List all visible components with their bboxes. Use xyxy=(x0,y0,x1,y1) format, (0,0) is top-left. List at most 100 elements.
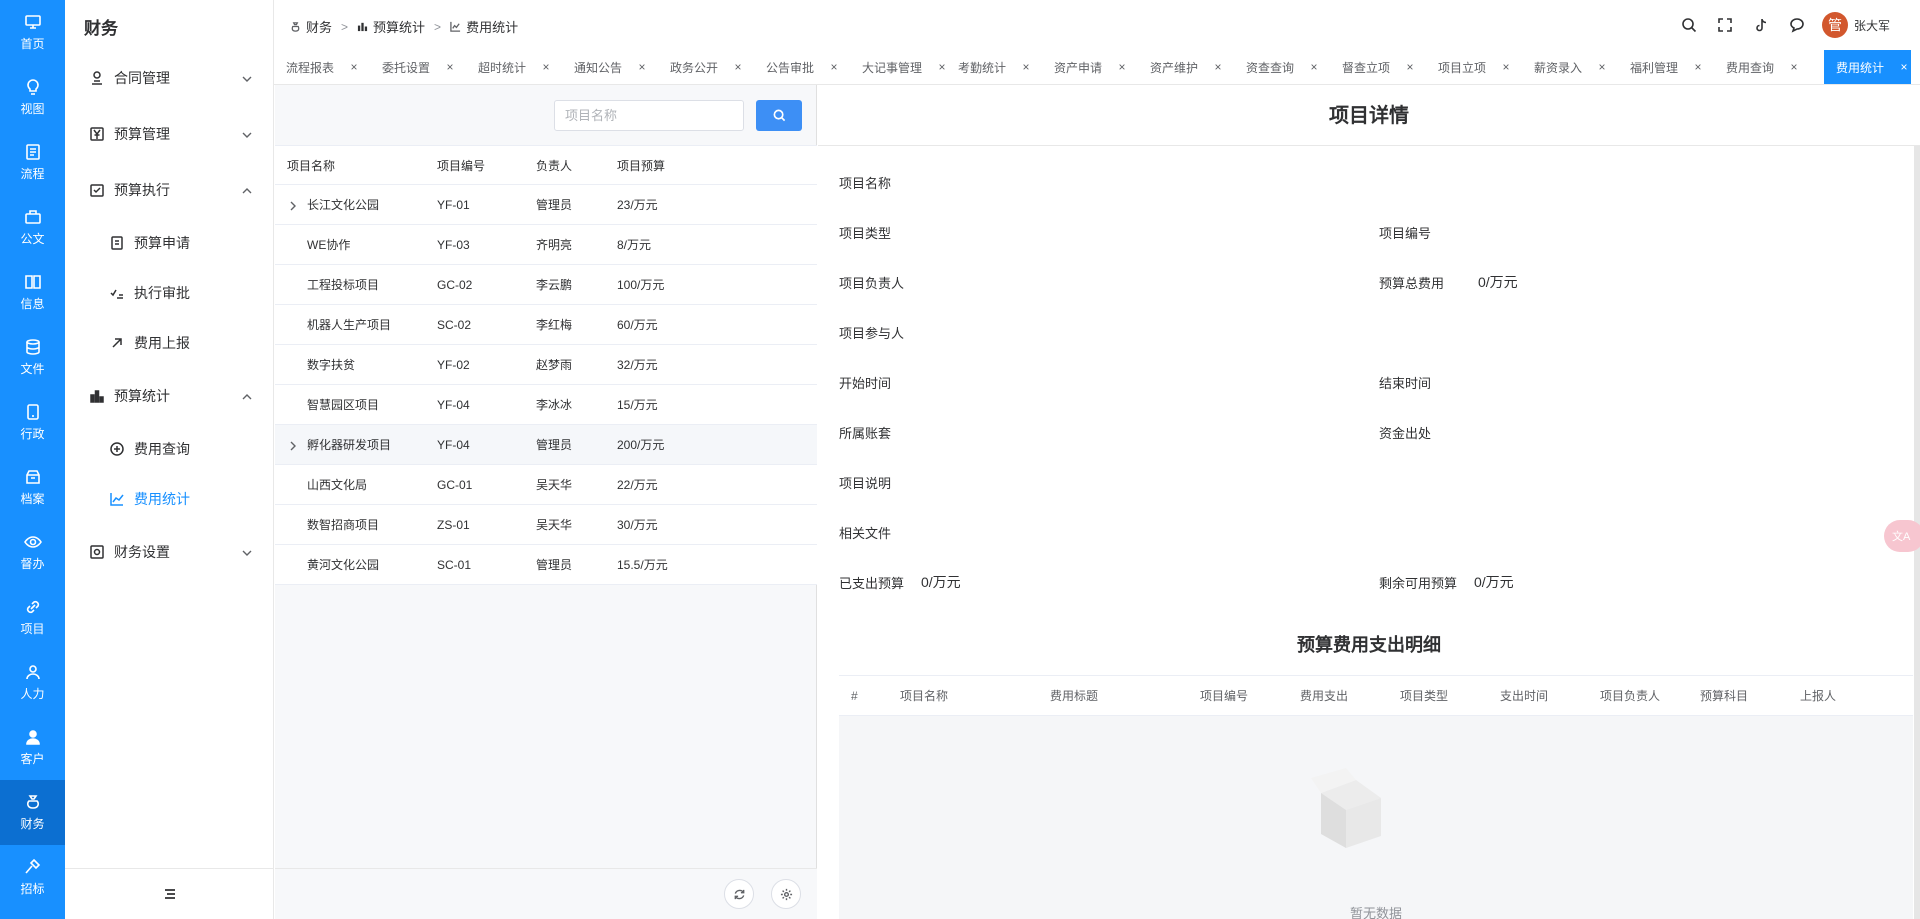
rail-item-admin[interactable]: 行政 xyxy=(0,390,65,455)
table-row[interactable]: 长江文化公园 YF-01 管理员 23/万元 xyxy=(275,185,817,225)
close-icon[interactable]: × xyxy=(1403,60,1417,74)
sidebar-item-budget-apply[interactable]: 预算申请 xyxy=(65,223,274,263)
tab-notice-approval[interactable]: 公告审批 × xyxy=(754,50,841,84)
rail-item-home[interactable]: 首页 xyxy=(0,0,65,65)
tab-project-setup[interactable]: 项目立项 × xyxy=(1426,50,1513,84)
rail-item-archive[interactable]: 档案 xyxy=(0,455,65,520)
tab-salary-entry[interactable]: 薪资录入 × xyxy=(1522,50,1609,84)
rail-label: 信息 xyxy=(20,297,45,311)
refresh-button[interactable] xyxy=(724,879,754,909)
close-icon[interactable]: × xyxy=(731,60,745,74)
fullscreen-button[interactable] xyxy=(1714,14,1736,36)
table-row[interactable]: 孵化器研发项目 YF-04 管理员 200/万元 xyxy=(275,425,817,465)
field-label-start-time: 开始时间 xyxy=(839,376,892,391)
tab-gov-affairs[interactable]: 政务公开 × xyxy=(658,50,745,84)
tab-expense-query[interactable]: 费用查询 × xyxy=(1714,50,1801,84)
close-icon[interactable]: × xyxy=(1307,60,1321,74)
chevron-up-icon xyxy=(242,184,252,194)
table-row[interactable]: 智慧园区项目 YF-04 李冰冰 15/万元 xyxy=(275,385,817,425)
sidebar-item-expense-report[interactable]: 费用上报 xyxy=(65,323,274,363)
breadcrumb-label: 财务 xyxy=(306,20,333,35)
user-name[interactable]: 张大军 xyxy=(1854,17,1890,34)
rail-item-project[interactable]: 项目 xyxy=(0,585,65,650)
settings-box-icon xyxy=(89,544,105,560)
close-icon[interactable]: × xyxy=(1499,60,1513,74)
close-icon[interactable]: × xyxy=(443,60,457,74)
search-input[interactable] xyxy=(554,100,744,131)
cell-owner: 管理员 xyxy=(536,438,573,452)
avatar[interactable]: 管 xyxy=(1821,12,1848,38)
chevron-right-icon[interactable] xyxy=(289,200,297,211)
rail-item-customer[interactable]: 客户 xyxy=(0,715,65,780)
sidebar-item-contract[interactable]: 合同管理 xyxy=(65,58,274,98)
sidebar-item-budget-exec[interactable]: 预算执行 xyxy=(65,170,274,210)
close-icon[interactable]: × xyxy=(347,60,361,74)
tab-chronicle[interactable]: 大记事管理 × xyxy=(850,50,949,84)
tab-supervision-project[interactable]: 督查立项 × xyxy=(1330,50,1417,84)
chevron-right-icon[interactable] xyxy=(289,440,297,451)
search-button[interactable] xyxy=(756,100,802,131)
message-button[interactable] xyxy=(1786,14,1808,36)
sidebar-item-exec-approval[interactable]: 执行审批 xyxy=(65,273,274,313)
rail-item-info[interactable]: 信息 xyxy=(0,260,65,325)
rail-item-document[interactable]: 公文 xyxy=(0,195,65,260)
sidebar-item-expense-stats[interactable]: 费用统计 xyxy=(65,479,274,519)
tab-expense-stats[interactable]: 费用统计 × xyxy=(1824,50,1912,84)
tab-delegation-settings[interactable]: 委托设置 × xyxy=(370,50,457,84)
column-header[interactable]: 项目名称 xyxy=(287,146,335,186)
detail-title: 项目详情 xyxy=(1329,105,1409,127)
tab-notice[interactable]: 通知公告 × xyxy=(562,50,649,84)
tab-asset-query[interactable]: 资查查询 × xyxy=(1234,50,1321,84)
close-icon[interactable]: × xyxy=(1211,60,1225,74)
table-row[interactable]: 数字扶贫 YF-02 赵梦雨 32/万元 xyxy=(275,345,817,385)
close-icon[interactable]: × xyxy=(539,60,553,74)
table-row[interactable]: 山西文化局 GC-01 吴天华 22/万元 xyxy=(275,465,817,505)
sidebar-item-finance-settings[interactable]: 财务设置 xyxy=(65,532,274,572)
rail-item-supervise[interactable]: 督办 xyxy=(0,520,65,585)
tab-timeout-stats[interactable]: 超时统计 × xyxy=(466,50,553,84)
rail-item-bidding[interactable]: 招标 xyxy=(0,845,65,910)
close-icon[interactable]: × xyxy=(1787,60,1801,74)
project-list-panel: 项目名称 项目编号 负责人 项目预算 长江文化公园 YF-01 管理员 23/万… xyxy=(275,85,817,919)
rail-label: 人力 xyxy=(20,687,45,701)
close-icon[interactable]: × xyxy=(1019,60,1033,74)
rail-item-finance[interactable]: 财务 xyxy=(0,780,65,845)
tab-workflow-report[interactable]: 流程报表 × xyxy=(274,50,361,84)
sidebar-item-label: 预算统计 xyxy=(114,388,170,404)
breadcrumb-item[interactable]: 财务 xyxy=(290,17,332,36)
column-header[interactable]: 负责人 xyxy=(536,146,572,186)
close-icon[interactable]: × xyxy=(1897,60,1911,74)
settings-button[interactable] xyxy=(771,879,801,909)
sidebar-item-expense-query[interactable]: 费用查询 xyxy=(65,429,274,469)
translate-float-button[interactable]: 文A xyxy=(1884,520,1920,552)
close-icon[interactable]: × xyxy=(635,60,649,74)
breadcrumb-item[interactable]: 预算统计 xyxy=(357,17,425,36)
close-icon[interactable]: × xyxy=(1595,60,1609,74)
table-row[interactable]: 黄河文化公园 SC-01 管理员 15.5/万元 xyxy=(275,545,817,585)
table-row[interactable]: WE协作 YF-03 齐明亮 8/万元 xyxy=(275,225,817,265)
breadcrumb-item: 费用统计 xyxy=(450,17,518,36)
table-row[interactable]: 数智招商项目 ZS-01 吴天华 30/万元 xyxy=(275,505,817,545)
collapse-sidebar-button[interactable] xyxy=(65,868,274,919)
column-header[interactable]: 项目预算 xyxy=(617,146,665,186)
rail-item-file[interactable]: 文件 xyxy=(0,325,65,390)
close-icon[interactable]: × xyxy=(827,60,841,74)
sidebar-item-budget-stats[interactable]: 预算统计 xyxy=(65,376,274,416)
tiktok-button[interactable] xyxy=(1750,14,1772,36)
column-header[interactable]: 项目编号 xyxy=(437,146,485,186)
rail-item-hr[interactable]: 人力 xyxy=(0,650,65,715)
tab-welfare[interactable]: 福利管理 × xyxy=(1618,50,1705,84)
table-row[interactable]: 机器人生产项目 SC-02 李红梅 60/万元 xyxy=(275,305,817,345)
close-icon[interactable]: × xyxy=(1691,60,1705,74)
close-icon[interactable]: × xyxy=(1115,60,1129,74)
rail-item-flow[interactable]: 流程 xyxy=(0,130,65,195)
table-row[interactable]: 工程投标项目 GC-02 李云鹏 100/万元 xyxy=(275,265,817,305)
tab-asset-apply[interactable]: 资产申请 × xyxy=(1042,50,1129,84)
sidebar-item-budget-mgmt[interactable]: 预算管理 xyxy=(65,114,274,154)
tab-attendance[interactable]: 考勤统计 × xyxy=(946,50,1033,84)
cell-budget: 200/万元 xyxy=(617,438,665,452)
expense-table-header: # 项目名称 费用标题 项目编号 费用支出 项目类型 支出时间 项目负责人 预算… xyxy=(839,675,1913,716)
tab-asset-maintain[interactable]: 资产维护 × xyxy=(1138,50,1225,84)
search-button[interactable] xyxy=(1678,14,1700,36)
rail-item-view[interactable]: 视图 xyxy=(0,65,65,130)
